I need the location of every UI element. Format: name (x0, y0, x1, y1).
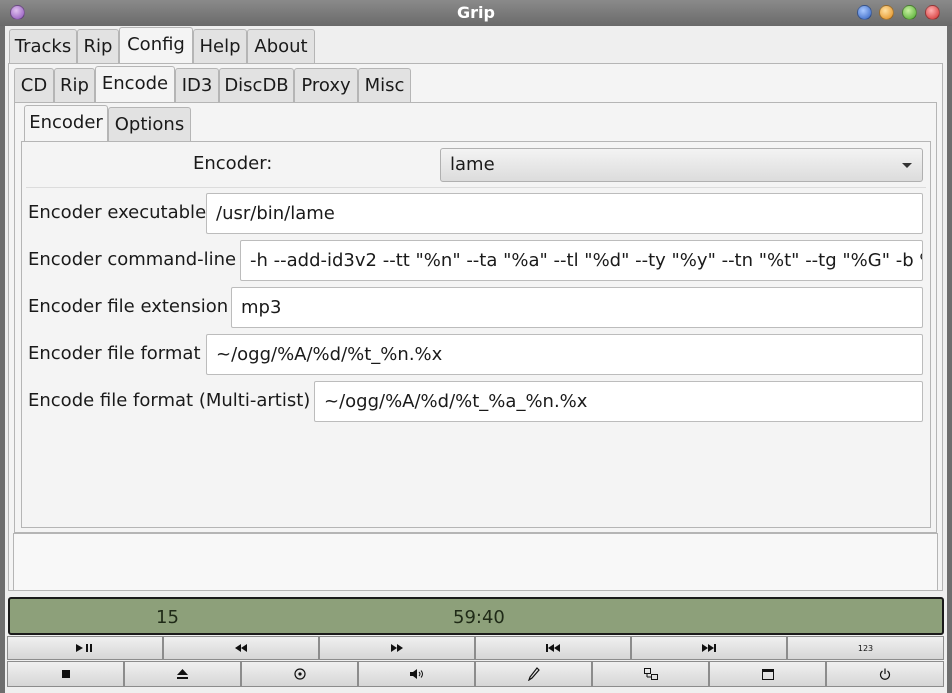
rewind-icon (235, 644, 247, 652)
stop-icon (61, 670, 70, 678)
play-pause-icon (76, 644, 92, 652)
tab-about[interactable]: About (247, 29, 315, 63)
tab-discdb[interactable]: DiscDB (219, 68, 294, 102)
cd-check-icon (293, 668, 306, 680)
previous-track-button[interactable] (475, 636, 631, 660)
power-button[interactable] (826, 661, 944, 687)
separator (26, 187, 926, 188)
next-track-icon (702, 644, 716, 652)
format-multi-label: Encode file format (Multi-artist) (28, 390, 311, 411)
sticky-button[interactable] (857, 5, 872, 20)
cmdline-label: Encoder command-line (28, 249, 237, 270)
window-toggle-button[interactable] (709, 661, 826, 687)
stop-button[interactable] (7, 661, 124, 687)
window-toggle-icon (761, 668, 774, 680)
grip-window: Tracks Rip Config Help About CD Rip Enco… (5, 26, 947, 693)
format-field[interactable]: ~/ogg/%A/%d/%t_%n.%x (206, 334, 923, 375)
fast-forward-icon (391, 644, 403, 652)
maximize-button[interactable] (902, 5, 917, 20)
encoder-selected-value: lame (450, 154, 495, 175)
track-numbers-button[interactable]: 123 (787, 636, 944, 660)
track-numbers-icon: 123 (857, 643, 874, 653)
tab-id3[interactable]: ID3 (175, 68, 219, 102)
tab-encoder[interactable]: Encoder (24, 105, 108, 141)
fast-forward-button[interactable] (319, 636, 475, 660)
executable-field[interactable]: /usr/bin/lame (206, 193, 923, 234)
encoder-select[interactable]: lame (440, 148, 923, 182)
message-area (13, 533, 938, 591)
tab-options[interactable]: Options (108, 107, 191, 141)
tab-proxy[interactable]: Proxy (294, 68, 358, 102)
tab-rip[interactable]: Rip (77, 29, 119, 63)
eject-button[interactable] (124, 661, 241, 687)
previous-track-icon (546, 644, 560, 652)
status-display: 15 59:40 (8, 597, 944, 635)
tab-config-rip[interactable]: Rip (54, 68, 95, 102)
tab-misc[interactable]: Misc (358, 68, 411, 102)
format-multi-field[interactable]: ~/ogg/%A/%d/%t_%a_%n.%x (314, 381, 923, 422)
extension-field[interactable]: mp3 (231, 287, 923, 328)
edit-button[interactable] (475, 661, 592, 687)
executable-label: Encoder executable (28, 202, 207, 223)
eject-icon (177, 669, 188, 679)
play-pause-button[interactable] (7, 636, 163, 660)
tab-config[interactable]: Config (119, 27, 193, 63)
tab-help[interactable]: Help (193, 29, 247, 63)
volume-button[interactable] (358, 661, 475, 687)
play-time: 59:40 (453, 607, 505, 628)
track-number: 15 (156, 607, 179, 628)
chevron-down-icon (902, 163, 912, 168)
extension-label: Encoder file extension (28, 296, 229, 317)
encoder-label: Encoder: (193, 153, 273, 174)
shuffle-icon (643, 668, 658, 680)
cd-check-button[interactable] (241, 661, 358, 687)
shuffle-button[interactable] (592, 661, 709, 687)
tab-encode[interactable]: Encode (95, 66, 175, 102)
close-button[interactable] (925, 5, 940, 20)
playback-controls: 123 (7, 636, 944, 660)
window-title: Grip (457, 3, 495, 22)
title-bar[interactable]: Grip (0, 0, 952, 26)
next-track-button[interactable] (631, 636, 787, 660)
tab-cd[interactable]: CD (14, 68, 54, 102)
disc-controls (7, 661, 944, 687)
volume-icon (409, 669, 423, 679)
rewind-button[interactable] (163, 636, 319, 660)
format-label: Encoder file format (28, 343, 201, 364)
tab-tracks[interactable]: Tracks (9, 29, 77, 63)
minimize-button[interactable] (879, 5, 894, 20)
edit-pencil-icon (527, 667, 540, 681)
power-icon (879, 668, 891, 680)
cmdline-field[interactable]: -h --add-id3v2 --tt "%n" --ta "%a" --tl … (240, 240, 923, 281)
